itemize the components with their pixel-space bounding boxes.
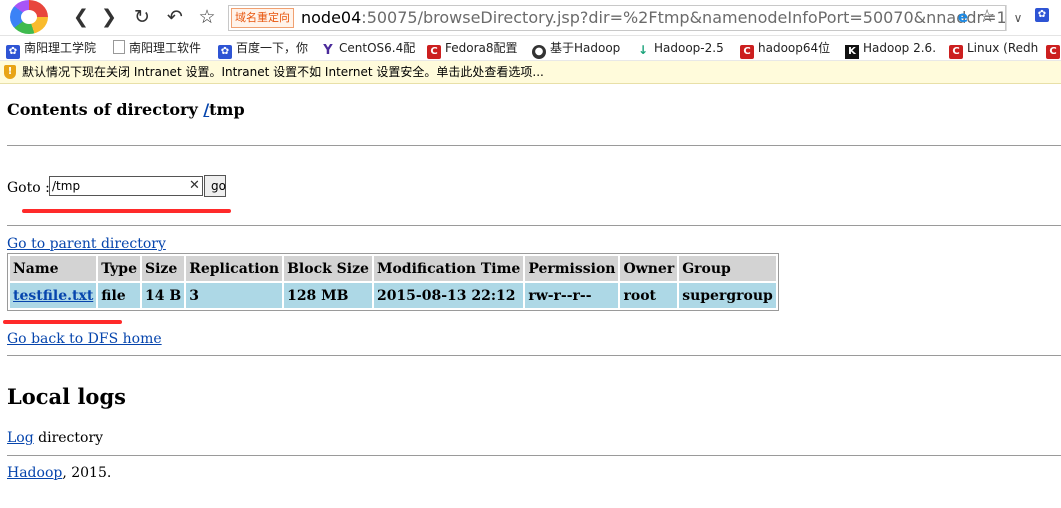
bookmark-item[interactable]: 南阳理工软件 [113,39,201,57]
clear-icon[interactable]: ✕ [189,178,200,193]
bookmark-label: 基于Hadoop [550,41,621,55]
parent-directory-link[interactable]: Go to parent directory [7,236,166,252]
go-button[interactable]: go [204,175,226,197]
browser-logo-icon[interactable] [10,0,48,34]
intranet-info-bar[interactable]: ! 默认情况下现在关闭 Intranet 设置。Intranet 设置不如 In… [0,61,1061,84]
shield-icon: ! [4,65,16,79]
bookmark-label: Fedora8配置 [445,41,518,55]
bookmark-item[interactable]: ✿ 南阳理工学院 [6,39,97,59]
page-title: Contents of directory /tmp [7,100,245,119]
column-header: Group [679,256,776,281]
bookmark-item[interactable]: K Hadoop 2.6. [845,39,937,59]
bookmark-item[interactable]: C Linux (Redh [949,39,1039,59]
redirect-badge[interactable]: 域名重定向 [231,8,294,28]
hadoop-link[interactable]: Hadoop [7,465,62,481]
footer: Hadoop, 2015. [7,465,111,481]
directory-table: Name Type Size Replication Block Size Mo… [7,253,779,311]
bookmark-item[interactable]: ↓ Hadoop-2.5 [636,39,724,57]
url-path: :50075/browseDirectory.jsp?dir=%2Ftmp&na… [361,8,1006,27]
paw-icon: ✿ [6,45,20,59]
title-prefix: Contents of directory [7,100,204,119]
page-content: Contents of directory /tmp Goto : ✕ go G… [0,84,1061,508]
table-row: testfile.txt file 14 B 3 128 MB 2015-08-… [10,283,776,308]
url-host: node04 [301,8,362,27]
bookmark-label: CentOS6.4配 [339,41,416,55]
chevron-down-icon[interactable]: ∨ [1006,5,1029,31]
divider [7,145,1061,146]
k-icon: K [845,45,859,59]
undo-icon[interactable]: ↶ [164,6,186,28]
file-link[interactable]: testfile.txt [13,288,93,304]
cell-size: 14 B [142,283,185,308]
bookmark-label: 南阳理工学院 [24,41,97,55]
local-logs-heading: Local logs [7,384,126,409]
column-header: Name [10,256,97,281]
url-text[interactable]: node04:50075/browseDirectory.jsp?dir=%2F… [301,7,1006,29]
c-icon: C [427,45,441,59]
address-bar[interactable]: 域名重定向 node04:50075/browseDirectory.jsp?d… [228,5,1006,31]
log-line: Log directory [7,430,103,446]
y-icon: Y [321,44,335,58]
column-header: Replication [186,256,283,281]
bookmark-item[interactable]: C Fedora8配置 [427,39,518,59]
annotation-underline [3,320,122,324]
column-header: Modification Time [373,256,524,281]
goto-label: Goto : [7,180,50,196]
c-icon: C [949,45,963,59]
bookmark-label: Hadoop-2.5 [654,41,724,55]
column-header: Size [142,256,185,281]
cell-modification-time: 2015-08-13 22:12 [373,283,524,308]
column-header: Owner [620,256,678,281]
cell-name: testfile.txt [10,283,97,308]
cell-block-size: 128 MB [284,283,372,308]
back-icon[interactable]: ❮ [70,6,92,28]
cell-group: supergroup [679,283,776,308]
goto-input[interactable] [49,176,203,196]
bookmark-label: hadoop64位 [758,41,831,55]
ie-mode-icon[interactable]: e [955,9,971,25]
bookmark-item[interactable]: ✿ 百度一下，你 [218,39,309,59]
divider [7,355,1061,356]
bookmark-label: Linux (Redh [967,41,1039,55]
favorite-star-icon[interactable]: ☆ [979,6,995,27]
infobar-text: 默认情况下现在关闭 Intranet 设置。Intranet 设置不如 Inte… [22,65,544,79]
reload-icon[interactable]: ↻ [131,6,153,28]
bookmark-label: Hadoop 2.6. [863,41,937,55]
h-icon: ↓ [636,43,650,57]
globe-icon: ● [532,45,546,59]
bookmark-label: 南阳理工软件 [129,41,202,55]
annotation-underline [22,209,231,213]
divider [7,225,1061,226]
forward-icon[interactable]: ❯ [98,6,120,28]
c-icon: C [1046,45,1060,59]
bookmark-item[interactable]: ● 基于Hadoop [532,39,621,59]
footer-suffix: , 2015. [62,465,112,481]
cell-permission: rw-r--r-- [525,283,619,308]
table-header-row: Name Type Size Replication Block Size Mo… [10,256,776,281]
bookmark-label: 百度一下，你 [236,41,309,55]
cell-type: file [98,283,140,308]
dfs-home-link[interactable]: Go back to DFS home [7,331,162,347]
paw-icon[interactable]: ✿ [1035,8,1049,22]
log-suffix: directory [33,430,104,446]
column-header: Block Size [284,256,372,281]
column-header: Type [98,256,140,281]
cell-owner: root [620,283,678,308]
divider [7,455,1061,456]
log-link[interactable]: Log [7,430,34,446]
bookmark-overflow[interactable]: C [1046,39,1061,59]
bookmark-item[interactable]: Chadoop64位 [740,39,831,59]
title-dir: tmp [209,100,245,119]
column-header: Permission [525,256,619,281]
star-icon[interactable]: ☆ [196,6,218,28]
cell-replication: 3 [186,283,283,308]
paw-icon: ✿ [218,45,232,59]
c-icon: C [740,45,754,59]
bookmarks-bar: ✿ 南阳理工学院 南阳理工软件 ✿ 百度一下，你 Y CentOS6.4配 C Fedo… [0,36,1061,61]
browser-toolbar: ❮ ❯ ↻ ↶ ☆ 域名重定向 node04:50075/browseDirec… [0,0,1061,36]
page-icon [113,40,125,54]
bookmark-item[interactable]: Y CentOS6.4配 [321,39,416,58]
